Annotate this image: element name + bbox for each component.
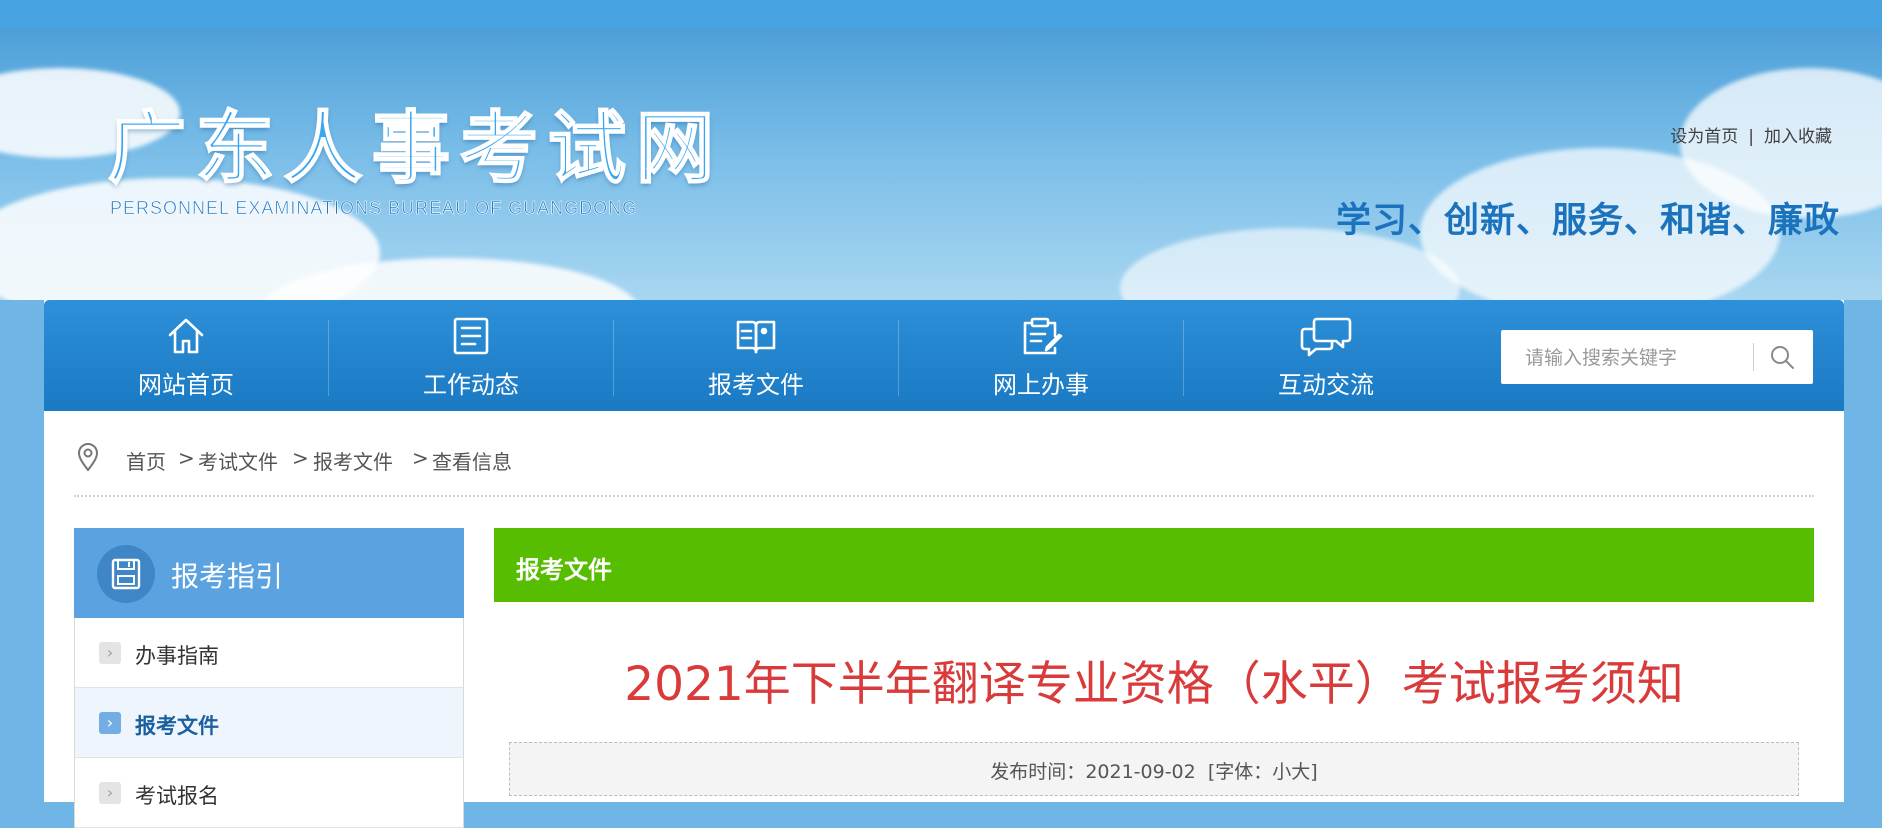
font-size-prefix: [字体： xyxy=(1207,761,1273,783)
chat-bubbles-icon xyxy=(1300,317,1352,357)
nav-label: 工作动态 xyxy=(423,371,519,399)
article-title: 2021年下半年翻译专业资格（水平）考试报考须知 xyxy=(624,657,1684,712)
nav-item-exam-documents[interactable]: 报考文件 xyxy=(614,300,898,411)
font-size-suffix: ] xyxy=(1310,761,1318,783)
chevron-right-icon: › xyxy=(99,782,121,804)
header-links: 设为首页 | 加入收藏 xyxy=(1670,122,1832,147)
sidebar-title: 报考指引 xyxy=(171,560,284,593)
font-size-large-button[interactable]: 大 xyxy=(1291,761,1310,783)
article-meta: 发布时间：2021-09-02 [字体：小大] xyxy=(509,742,1799,796)
chevron-right-icon: › xyxy=(99,642,121,664)
sidebar-item-exam-documents[interactable]: › 报考文件 xyxy=(74,688,464,758)
sidebar-item-guide[interactable]: › 办事指南 xyxy=(74,618,464,688)
document-list-icon xyxy=(453,317,489,355)
nav-label: 网站首页 xyxy=(138,371,234,399)
section-header: 报考文件 xyxy=(494,528,1814,602)
sidebar-item-label: 报考文件 xyxy=(135,714,219,738)
nav-label: 网上办事 xyxy=(993,371,1089,399)
floppy-disk-icon xyxy=(97,545,155,603)
breadcrumb-exam-documents[interactable]: 报考文件 xyxy=(313,446,393,475)
publish-date: 2021-09-02 xyxy=(1085,761,1196,783)
sidebar-item-label: 办事指南 xyxy=(135,644,219,668)
search-box xyxy=(1501,330,1813,386)
clipboard-pen-icon xyxy=(1023,317,1063,355)
breadcrumb-home[interactable]: 首页 xyxy=(126,446,166,475)
breadcrumb-separator: > xyxy=(292,446,309,470)
breadcrumb-separator: > xyxy=(412,446,429,470)
publish-label: 发布时间： xyxy=(990,761,1086,783)
site-logo-chinese[interactable]: 广东人事考试网 xyxy=(107,86,724,198)
search-icon[interactable] xyxy=(1769,344,1795,370)
location-pin-icon xyxy=(77,443,99,472)
font-size-small-button[interactable]: 小 xyxy=(1272,761,1291,783)
site-logo-english: PERSONNEL EXAMINATIONS BUREAU OF GUANGDO… xyxy=(110,198,638,219)
add-favorite-link[interactable]: 加入收藏 xyxy=(1764,127,1832,147)
nav-label: 报考文件 xyxy=(708,371,804,399)
nav-item-home[interactable]: 网站首页 xyxy=(44,300,328,411)
breadcrumb-current: 查看信息 xyxy=(432,450,512,474)
breadcrumb-divider xyxy=(74,495,1814,497)
nav-item-online-services[interactable]: 网上办事 xyxy=(899,300,1183,411)
nav-item-work-news[interactable]: 工作动态 xyxy=(329,300,613,411)
chevron-right-icon: › xyxy=(99,712,121,734)
breadcrumb-separator: > xyxy=(178,446,195,470)
search-input[interactable] xyxy=(1501,330,1777,386)
top-strip xyxy=(0,0,1882,28)
nav-item-interaction[interactable]: 互动交流 xyxy=(1184,300,1468,411)
sidebar-header: 报考指引 xyxy=(74,528,464,618)
set-homepage-link[interactable]: 设为首页 xyxy=(1670,127,1738,147)
header-link-separator: | xyxy=(1748,127,1754,147)
sidebar-item-label: 考试报名 xyxy=(135,784,219,808)
sidebar-item-registration[interactable]: › 考试报名 xyxy=(74,758,464,828)
breadcrumb-exam-files[interactable]: 考试文件 xyxy=(198,446,278,475)
nav-label: 互动交流 xyxy=(1278,371,1374,399)
section-title: 报考文件 xyxy=(516,556,612,584)
open-book-icon xyxy=(736,320,776,354)
home-icon xyxy=(168,318,204,354)
search-divider xyxy=(1753,343,1754,371)
slogan: 学习、创新、服务、和谐、廉政 xyxy=(1335,201,1840,241)
